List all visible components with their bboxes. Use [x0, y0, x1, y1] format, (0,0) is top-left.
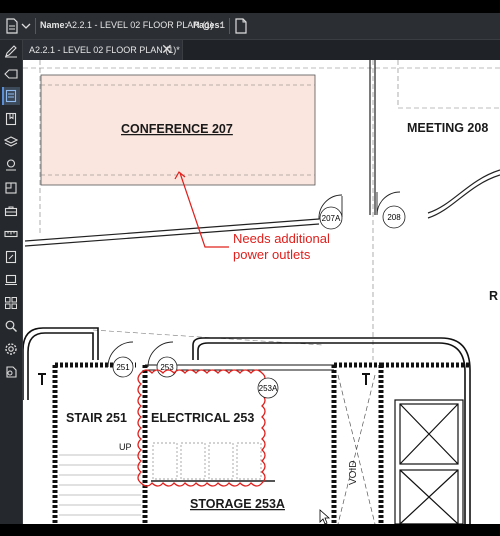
- room-label-void: VOID: [348, 461, 359, 485]
- left-panel-bar: [0, 40, 23, 524]
- tab-floor-plan[interactable]: A2.2.1 - LEVEL 02 FLOOR PLAN (1)* ✕: [22, 40, 183, 60]
- tag-207a: 207A: [322, 214, 341, 223]
- thumbnails-icon[interactable]: [2, 294, 20, 312]
- tag-208: 208: [387, 213, 401, 222]
- places-icon[interactable]: [2, 156, 20, 174]
- tab-label: A2.2.1 - LEVEL 02 FLOOR PLAN (1)*: [29, 45, 180, 55]
- document-tab-bar: A2.2.1 - LEVEL 02 FLOOR PLAN (1)* ✕: [22, 40, 500, 60]
- floor-plan-drawing: CONFERENCE 207 MEETING 208 R 207A 208 Ne…: [23, 60, 500, 524]
- callout-text-line1: Needs additional: [233, 231, 330, 246]
- room-label-meeting: MEETING 208: [407, 121, 488, 135]
- toolbar-divider: [35, 18, 36, 34]
- sheets-icon[interactable]: [2, 179, 20, 197]
- bookmarks-icon[interactable]: [2, 110, 20, 128]
- top-toolbar: Name: A2.2.1 - LEVEL 02 FLOOR PLAN (1) P…: [0, 13, 500, 40]
- settings-icon[interactable]: [2, 340, 20, 358]
- properties-icon[interactable]: [2, 363, 20, 381]
- eraser-icon[interactable]: [2, 65, 20, 83]
- pages-value: 1: [220, 20, 226, 30]
- pages-icon[interactable]: [2, 87, 20, 105]
- markup-pen-icon[interactable]: [2, 42, 20, 60]
- studio-icon[interactable]: [2, 271, 20, 289]
- room-label-partial: R: [489, 289, 498, 303]
- search-icon[interactable]: [2, 317, 20, 335]
- name-label: Name:: [40, 20, 68, 30]
- tag-253a: 253A: [259, 384, 278, 393]
- room-label-stair: STAIR 251: [66, 411, 127, 425]
- close-tab-icon[interactable]: ✕: [161, 41, 173, 58]
- toolbox-icon[interactable]: [2, 202, 20, 220]
- mouse-cursor-icon: [319, 509, 331, 524]
- chevron-down-icon[interactable]: [20, 17, 32, 35]
- tag-251: 251: [116, 363, 130, 372]
- document-icon[interactable]: [4, 17, 20, 35]
- pages-label: Pages:: [193, 20, 223, 30]
- file-name: A2.2.1 - LEVEL 02 FLOOR PLAN (1): [66, 20, 214, 30]
- room-label-electrical: ELECTRICAL 253: [151, 411, 254, 425]
- layers-icon[interactable]: [2, 133, 20, 151]
- callout-text-line2: power outlets: [233, 247, 311, 262]
- document-properties-icon[interactable]: [233, 17, 249, 35]
- stair-up-label: UP: [119, 442, 132, 452]
- room-label-conference: CONFERENCE 207: [121, 122, 233, 136]
- toolbar-divider: [229, 18, 230, 34]
- measurements-icon[interactable]: [2, 225, 20, 243]
- drawing-canvas[interactable]: CONFERENCE 207 MEETING 208 R 207A 208 Ne…: [23, 60, 500, 524]
- revision-cloud[interactable]: [137, 369, 266, 487]
- markups-list-icon[interactable]: [2, 248, 20, 266]
- room-label-storage: STORAGE 253A: [190, 497, 285, 511]
- bottom-edge: [0, 524, 500, 536]
